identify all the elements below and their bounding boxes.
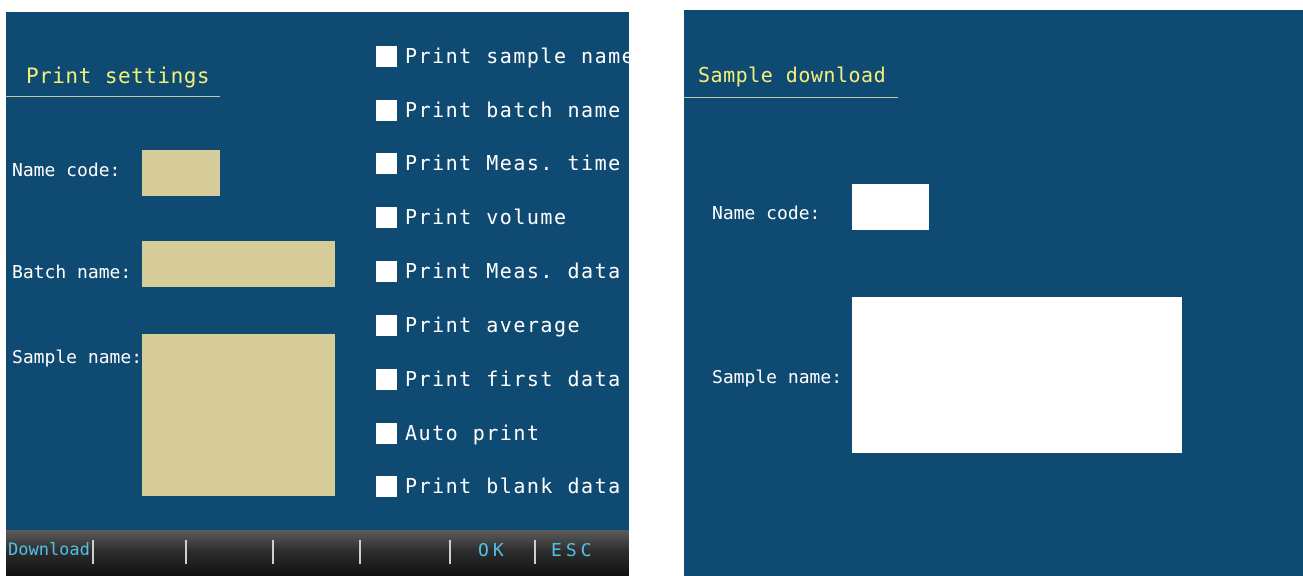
- checkbox[interactable]: [376, 45, 397, 67]
- softkey-bar: Download OK ESC: [6, 530, 629, 576]
- sample-name-label: Sample name:: [12, 347, 143, 368]
- option-label: Print first data: [405, 367, 622, 391]
- checkbox[interactable]: [376, 152, 397, 174]
- option-auto-print[interactable]: Auto print: [376, 420, 540, 446]
- option-label: Print Meas. time: [405, 151, 622, 175]
- option-print-meas-data[interactable]: Print Meas. data: [376, 258, 622, 284]
- option-print-volume[interactable]: Print volume: [376, 204, 568, 230]
- softkey-separator: [359, 540, 361, 564]
- title-underline: [684, 97, 898, 98]
- option-label: Print sample name: [405, 44, 629, 68]
- option-label: Print blank data: [405, 474, 622, 498]
- sample-download-screen: Sample download Name code: Sample name:: [684, 10, 1303, 576]
- option-print-blank-data[interactable]: Print blank data: [376, 473, 622, 499]
- option-label: Print Meas. data: [405, 259, 622, 283]
- softkey-separator: [449, 540, 451, 564]
- sample-name-input[interactable]: [852, 297, 1182, 453]
- softkey-separator: [185, 540, 187, 564]
- sample-name-input[interactable]: [142, 334, 335, 496]
- option-print-meas-time[interactable]: Print Meas. time: [376, 150, 622, 176]
- sample-download-title: Sample download: [698, 63, 887, 87]
- batch-name-input[interactable]: [142, 241, 335, 287]
- name-code-input[interactable]: [852, 184, 929, 230]
- sample-name-label: Sample name:: [712, 367, 843, 388]
- checkbox[interactable]: [376, 260, 397, 282]
- ok-softkey[interactable]: OK: [478, 540, 508, 561]
- print-settings-screen: Print settings Name code: Batch name: Sa…: [6, 12, 629, 576]
- option-print-sample-name[interactable]: Print sample name: [376, 43, 629, 69]
- option-print-batch-name[interactable]: Print batch name: [376, 97, 622, 123]
- checkbox[interactable]: [376, 99, 397, 121]
- option-label: Print volume: [405, 205, 568, 229]
- option-label: Print batch name: [405, 98, 622, 122]
- print-settings-title: Print settings: [26, 64, 211, 88]
- esc-softkey[interactable]: ESC: [551, 540, 596, 561]
- name-code-input[interactable]: [142, 150, 220, 196]
- checkbox[interactable]: [376, 368, 397, 390]
- softkey-separator: [534, 540, 536, 564]
- batch-name-label: Batch name:: [12, 262, 132, 283]
- option-print-average[interactable]: Print average: [376, 312, 581, 338]
- option-label: Auto print: [405, 421, 541, 445]
- name-code-label: Name code:: [12, 160, 121, 181]
- download-softkey[interactable]: Download: [8, 540, 90, 560]
- softkey-separator: [272, 540, 274, 564]
- name-code-label: Name code:: [712, 203, 821, 224]
- title-underline: [6, 96, 220, 97]
- checkbox[interactable]: [376, 422, 397, 444]
- option-print-first-data[interactable]: Print first data: [376, 366, 622, 392]
- checkbox[interactable]: [376, 314, 397, 336]
- option-label: Print average: [405, 313, 582, 337]
- checkbox[interactable]: [376, 206, 397, 228]
- softkey-separator: [92, 540, 94, 564]
- checkbox[interactable]: [376, 475, 397, 497]
